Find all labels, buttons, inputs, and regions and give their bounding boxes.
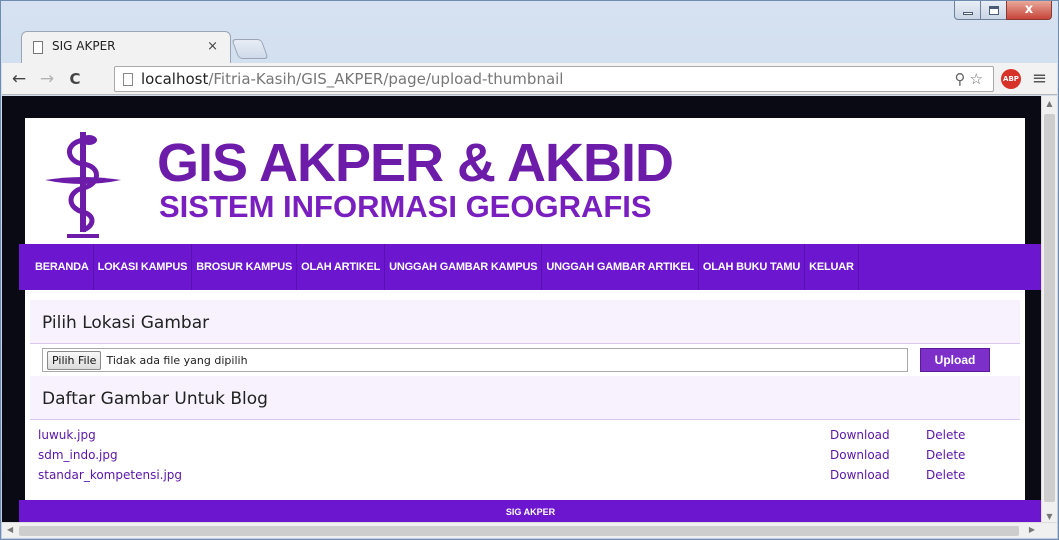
page-viewport: GIS AKPER & AKBID SISTEM INFORMASI GEOGR… <box>2 96 1042 524</box>
nav-brosur-kampus[interactable]: BROSUR KAMPUS <box>192 244 298 290</box>
delete-link[interactable]: Delete <box>926 428 965 442</box>
forward-button[interactable]: → <box>36 69 58 89</box>
download-link[interactable]: Download <box>830 468 890 482</box>
web-page: GIS AKPER & AKBID SISTEM INFORMASI GEOGR… <box>19 96 1042 524</box>
url-host: localhost <box>141 70 209 88</box>
delete-link[interactable]: Delete <box>926 468 965 482</box>
delete-link[interactable]: Delete <box>926 448 965 462</box>
vertical-scroll-thumb[interactable] <box>1044 114 1055 502</box>
file-name-link[interactable]: luwuk.jpg <box>38 428 96 442</box>
page-icon <box>33 41 43 54</box>
browser-window: x SIG AKPER × ← → C localhost/Fitria-Kas… <box>0 0 1059 540</box>
adblock-icon[interactable]: ABP <box>1001 69 1021 89</box>
choose-file-button[interactable]: Pilih File <box>47 350 102 370</box>
upload-heading: Pilih Lokasi Gambar <box>42 313 210 333</box>
window-controls: x <box>954 1 1052 21</box>
page-info-icon[interactable] <box>123 73 133 86</box>
main-nav: BERANDA LOKASI KAMPUS BROSUR KAMPUS OLAH… <box>19 244 1042 290</box>
upload-panel: Pilih Lokasi Gambar <box>30 300 1020 344</box>
file-status: Tidak ada file yang dipilih <box>106 353 248 367</box>
omnibox-actions: ⚲ ☆ <box>955 70 983 88</box>
download-link[interactable]: Download <box>830 448 890 462</box>
horizontal-scroll-thumb[interactable] <box>19 526 1019 536</box>
file-name-link[interactable]: sdm_indo.jpg <box>38 448 118 462</box>
upload-form: Pilih File Tidak ada file yang dipilih U… <box>30 344 1020 376</box>
url-path: /Fitria-Kasih/GIS_AKPER/page/upload-thum… <box>208 70 564 88</box>
list-item: luwuk.jpg Download Delete <box>30 426 1020 446</box>
menu-icon[interactable]: ≡ <box>1032 68 1047 89</box>
reload-button[interactable]: C <box>64 70 86 88</box>
download-link[interactable]: Download <box>830 428 890 442</box>
zoom-icon[interactable]: ⚲ <box>955 70 966 88</box>
close-window-button[interactable]: x <box>1006 1 1052 20</box>
site-footer: SIG AKPER <box>19 500 1042 524</box>
nav-unggah-gambar-artikel[interactable]: UNGGAH GAMBAR ARTIKEL <box>542 244 699 290</box>
upload-button[interactable]: Upload <box>920 348 990 372</box>
minimize-button[interactable] <box>954 1 981 20</box>
nav-olah-artikel[interactable]: OLAH ARTIKEL <box>297 244 386 290</box>
scroll-up-icon[interactable]: ▲ <box>1042 99 1057 108</box>
nav-beranda[interactable]: BERANDA <box>31 244 94 290</box>
minimize-icon <box>963 12 973 15</box>
list-heading: Daftar Gambar Untuk Blog <box>42 389 268 409</box>
list-item: standar_kompetensi.jpg Download Delete <box>30 466 1020 486</box>
vertical-scrollbar[interactable]: ▲ ▼ <box>1041 96 1057 524</box>
image-list: luwuk.jpg Download Delete sdm_indo.jpg D… <box>30 420 1020 486</box>
scroll-left-icon[interactable]: ◀ <box>7 525 13 534</box>
address-bar[interactable]: localhost/Fitria-Kasih/GIS_AKPER/page/up… <box>114 66 994 92</box>
list-panel: Daftar Gambar Untuk Blog <box>30 376 1020 420</box>
url-text[interactable]: localhost/Fitria-Kasih/GIS_AKPER/page/up… <box>141 70 563 88</box>
footer-text: SIG AKPER <box>505 507 556 517</box>
tab-strip: SIG AKPER × <box>21 31 269 63</box>
main-content: Pilih Lokasi Gambar Pilih File Tidak ada… <box>25 290 1025 500</box>
maximize-icon <box>989 6 999 15</box>
tab-close-icon[interactable]: × <box>207 39 218 54</box>
site-header: GIS AKPER & AKBID SISTEM INFORMASI GEOGR… <box>25 118 1025 244</box>
scroll-right-icon[interactable]: ▶ <box>1029 525 1035 534</box>
site-title: GIS AKPER & AKBID <box>157 133 674 193</box>
bookmark-star-icon[interactable]: ☆ <box>970 70 983 88</box>
nav-unggah-gambar-kampus[interactable]: UNGGAH GAMBAR KAMPUS <box>385 244 543 290</box>
scroll-down-icon[interactable]: ▼ <box>1042 512 1057 521</box>
maximize-button[interactable] <box>980 1 1007 20</box>
close-icon: x <box>1024 2 1034 17</box>
nav-olah-buku-tamu[interactable]: OLAH BUKU TAMU <box>699 244 806 290</box>
new-tab-button[interactable] <box>231 39 269 59</box>
browser-toolbar: ← → C localhost/Fitria-Kasih/GIS_AKPER/p… <box>2 63 1057 95</box>
tab-sig-akper[interactable]: SIG AKPER × <box>21 31 231 63</box>
horizontal-scrollbar[interactable]: ◀ ▶ <box>2 522 1057 538</box>
back-button[interactable]: ← <box>8 69 30 89</box>
nav-lokasi-kampus[interactable]: LOKASI KAMPUS <box>94 244 193 290</box>
tab-title: SIG AKPER <box>52 39 116 53</box>
caduceus-logo-icon <box>45 132 121 238</box>
site-subtitle: SISTEM INFORMASI GEOGRAFIS <box>159 189 652 224</box>
nav-keluar[interactable]: KELUAR <box>805 244 859 290</box>
file-name-link[interactable]: standar_kompetensi.jpg <box>38 468 182 482</box>
list-item: sdm_indo.jpg Download Delete <box>30 446 1020 466</box>
file-input[interactable]: Pilih File Tidak ada file yang dipilih <box>42 348 908 372</box>
